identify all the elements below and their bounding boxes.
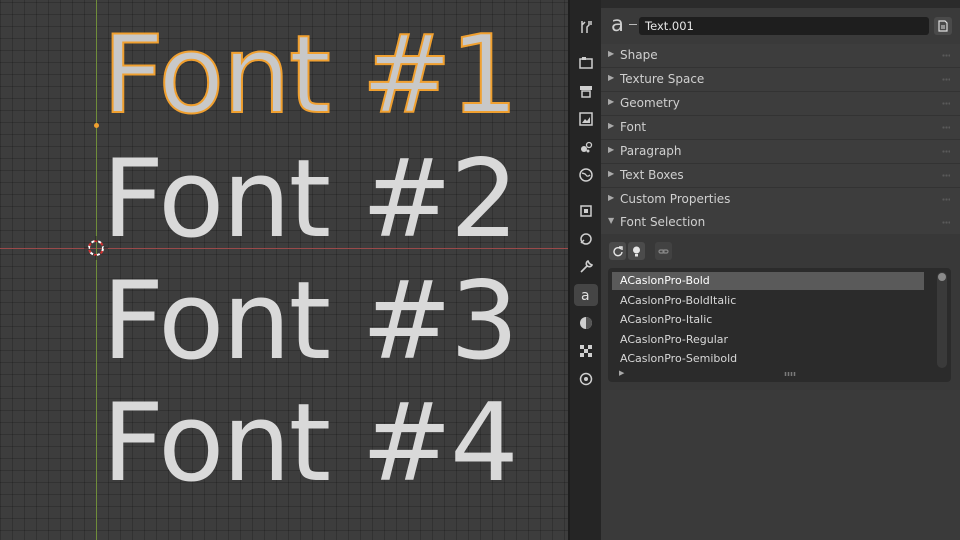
- chevron-down-icon[interactable]: [629, 24, 637, 25]
- svg-text:a: a: [581, 288, 590, 303]
- view-layer-icon[interactable]: [574, 108, 598, 130]
- panel-top-strip: [601, 0, 960, 8]
- section-label: Geometry: [620, 96, 680, 110]
- material-icon[interactable]: [574, 312, 598, 334]
- drag-handle-icon[interactable]: [942, 126, 950, 129]
- world-icon[interactable]: [574, 164, 598, 186]
- font-list[interactable]: ACaslonPro-Bold ACaslonPro-BoldItalic AC…: [608, 268, 951, 382]
- text-data-icon[interactable]: a: [611, 14, 624, 35]
- fake-user-button[interactable]: [934, 17, 952, 35]
- wrench-icon[interactable]: [574, 256, 598, 278]
- chevron-right-icon: ▶: [608, 121, 615, 130]
- scene-icon[interactable]: [574, 136, 598, 158]
- chevron-right-icon: ▶: [608, 49, 615, 58]
- object-origin-dot: [94, 123, 99, 128]
- link-icon: [658, 248, 669, 254]
- chevron-right-icon: ▶: [608, 193, 615, 202]
- section-label: Shape: [620, 48, 658, 62]
- section-geometry[interactable]: ▶ Geometry: [601, 92, 960, 116]
- texture-icon[interactable]: [574, 340, 598, 362]
- list-item[interactable]: ACaslonPro-Bold: [612, 272, 924, 290]
- properties-tab-bar: a: [570, 0, 601, 540]
- data-header: a Text.001: [601, 8, 960, 42]
- list-item[interactable]: ACaslonPro-Semibold: [612, 350, 924, 368]
- section-custom-properties[interactable]: ▶ Custom Properties: [601, 188, 960, 212]
- refresh-icon: [613, 245, 623, 256]
- link-button[interactable]: [655, 242, 672, 260]
- list-resize-handle[interactable]: [784, 372, 796, 376]
- chevron-right-icon[interactable]: ▶: [619, 369, 624, 377]
- text-object-2[interactable]: Font #2: [102, 146, 519, 254]
- section-font[interactable]: ▶ Font: [601, 116, 960, 140]
- section-paragraph[interactable]: ▶ Paragraph: [601, 140, 960, 164]
- 3d-viewport[interactable]: Font #1 Font #2 Font #3 Font #4: [0, 0, 568, 540]
- lightbulb-button[interactable]: [628, 242, 645, 260]
- drag-handle-icon[interactable]: [942, 221, 950, 224]
- section-texture-space[interactable]: ▶ Texture Space: [601, 68, 960, 92]
- text-object-3[interactable]: Font #3: [102, 268, 519, 376]
- particles-icon[interactable]: [574, 368, 598, 390]
- section-label: Font Selection: [620, 215, 706, 229]
- section-font-selection[interactable]: ▼ Font Selection: [601, 211, 960, 235]
- section-label: Paragraph: [620, 144, 682, 158]
- modifier-icon[interactable]: [574, 228, 598, 250]
- section-label: Custom Properties: [620, 192, 731, 206]
- chevron-right-icon: ▶: [608, 97, 615, 106]
- font-selection-toolbar: [609, 242, 672, 260]
- chevron-right-icon: ▶: [608, 169, 615, 178]
- drag-handle-icon[interactable]: [942, 174, 950, 177]
- text-object-4[interactable]: Font #4: [102, 390, 519, 498]
- 3d-cursor-icon[interactable]: [84, 236, 108, 260]
- output-icon[interactable]: [574, 80, 598, 102]
- tool-icon[interactable]: [574, 16, 598, 38]
- refresh-button[interactable]: [609, 242, 626, 260]
- object-icon[interactable]: [574, 200, 598, 222]
- chevron-down-icon: ▼: [608, 216, 615, 225]
- render-icon[interactable]: [574, 52, 598, 74]
- shield-icon: [938, 20, 948, 32]
- drag-handle-icon[interactable]: [942, 54, 950, 57]
- chevron-right-icon: ▶: [608, 145, 615, 154]
- drag-handle-icon[interactable]: [942, 102, 950, 105]
- font-selection-body: ACaslonPro-Bold ACaslonPro-BoldItalic AC…: [601, 234, 960, 390]
- y-axis-line: [96, 0, 97, 540]
- lightbulb-icon: [633, 246, 640, 256]
- drag-handle-icon[interactable]: [942, 198, 950, 201]
- drag-handle-icon[interactable]: [942, 78, 950, 81]
- section-label: Text Boxes: [620, 168, 684, 182]
- section-shape[interactable]: ▶ Shape: [601, 44, 960, 68]
- section-text-boxes[interactable]: ▶ Text Boxes: [601, 164, 960, 188]
- section-label: Font: [620, 120, 647, 134]
- drag-handle-icon[interactable]: [942, 150, 950, 153]
- section-label: Texture Space: [620, 72, 705, 86]
- data-text-icon[interactable]: a: [574, 284, 598, 306]
- list-item[interactable]: ACaslonPro-Italic: [612, 311, 924, 329]
- list-item[interactable]: ACaslonPro-BoldItalic: [612, 292, 924, 310]
- chevron-right-icon: ▶: [608, 73, 615, 82]
- list-scrollbar[interactable]: [937, 272, 947, 368]
- text-object-1[interactable]: Font #1: [101, 21, 520, 131]
- list-item[interactable]: ACaslonPro-Regular: [612, 331, 924, 349]
- datablock-name-field[interactable]: Text.001: [639, 17, 929, 35]
- scrollbar-thumb[interactable]: [938, 273, 946, 281]
